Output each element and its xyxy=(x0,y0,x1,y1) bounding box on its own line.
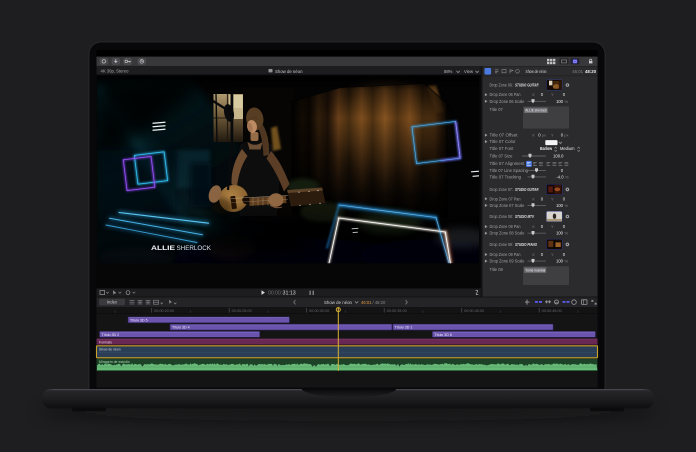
svg-text:X: X xyxy=(532,224,535,229)
svg-text:%: % xyxy=(565,231,569,236)
svg-text:%: % xyxy=(565,203,569,208)
svg-text:STUDIO GUITAR: STUDIO GUITAR xyxy=(515,82,539,87)
svg-text:100: 100 xyxy=(556,203,564,208)
svg-text:00:00:45:00: 00:00:45:00 xyxy=(542,309,562,313)
svg-text:Show de néon: Show de néon xyxy=(99,347,121,351)
svg-text:Drop Zone 07 Pan: Drop Zone 07 Pan xyxy=(490,196,522,201)
svg-text:Drop Zone 06 Pan: Drop Zone 06 Pan xyxy=(490,92,522,97)
svg-text:Drop Zone 07:: Drop Zone 07: xyxy=(490,187,514,192)
svg-text:Y: Y xyxy=(551,92,554,97)
svg-text:STUDIO MTV: STUDIO MTV xyxy=(515,214,535,219)
svg-text:Title 08: Title 08 xyxy=(490,267,504,272)
svg-text:Title 07 Offset: Title 07 Offset xyxy=(490,133,519,138)
svg-text:SHERLOCK: SHERLOCK xyxy=(177,245,212,252)
svg-text:Title 07 Color: Title 07 Color xyxy=(490,139,517,144)
svg-text:Drop Zone 08:: Drop Zone 08: xyxy=(490,214,514,219)
svg-text:Title 07 Size: Title 07 Size xyxy=(490,154,514,159)
svg-text:View: View xyxy=(464,69,474,74)
svg-text:48:20: 48:20 xyxy=(585,69,597,74)
svg-text:Title 07 Font: Title 07 Font xyxy=(490,146,515,151)
svg-text:46:01: 46:01 xyxy=(361,300,372,305)
svg-text:Drop Zone 09 Scale: Drop Zone 09 Scale xyxy=(490,259,526,264)
svg-text:X: X xyxy=(532,133,535,138)
svg-text:px: px xyxy=(542,133,546,138)
svg-text:00:00:25:00: 00:00:25:00 xyxy=(232,309,252,313)
svg-text:Show de néon: Show de néon xyxy=(526,69,548,74)
svg-text:00:00:40:00: 00:00:40:00 xyxy=(464,309,484,313)
svg-text:Medium: Medium xyxy=(560,146,575,151)
svg-text:100: 100 xyxy=(556,231,564,236)
svg-text:100.0: 100.0 xyxy=(553,154,564,159)
svg-text:ALLIE: ALLIE xyxy=(151,245,176,252)
svg-text:Drop Zone 08 Pan: Drop Zone 08 Pan xyxy=(490,224,522,229)
svg-text:Show de néon: Show de néon xyxy=(275,69,303,74)
svg-text:Title 07 Line Spacing: Title 07 Line Spacing xyxy=(490,168,529,173)
svg-text:100: 100 xyxy=(556,99,564,104)
svg-text:100: 100 xyxy=(556,259,564,264)
svg-text:00:00:35:00: 00:00:35:00 xyxy=(387,309,407,313)
svg-text:%: % xyxy=(565,259,569,264)
svg-text:Drop Zone 06 Scale: Drop Zone 06 Scale xyxy=(490,99,526,104)
svg-text:Y: Y xyxy=(551,252,554,257)
svg-text:Drop Zone 07 Scale: Drop Zone 07 Scale xyxy=(490,203,526,208)
svg-text:Y: Y xyxy=(551,196,554,201)
svg-text:px: px xyxy=(564,133,568,138)
svg-text:Título 3D 4: Título 3D 4 xyxy=(172,326,190,330)
svg-text:31:13: 31:13 xyxy=(283,291,296,297)
svg-text:Index: Index xyxy=(107,300,118,305)
svg-text:Barlow: Barlow xyxy=(540,146,553,151)
svg-text:Título 3D 2: Título 3D 2 xyxy=(102,333,120,337)
svg-text:%: % xyxy=(565,174,569,179)
svg-text:46:01: 46:01 xyxy=(572,69,583,74)
svg-text:Drop Zone 09:: Drop Zone 09: xyxy=(490,242,514,247)
svg-text:Título 3D 5: Título 3D 5 xyxy=(130,318,148,322)
svg-text:Title 07 Alignment: Title 07 Alignment xyxy=(490,161,526,166)
svg-text:Drop Zone 06:: Drop Zone 06: xyxy=(490,82,514,87)
svg-text:Título 3D 1: Título 3D 1 xyxy=(395,326,413,330)
svg-text:Title 07: Title 07 xyxy=(490,107,504,112)
svg-text:Miragem de estúdio: Miragem de estúdio xyxy=(99,360,130,364)
svg-text:X: X xyxy=(532,252,535,257)
svg-text:Show de néon: Show de néon xyxy=(324,300,353,305)
svg-text:%: % xyxy=(565,99,569,104)
svg-text:Title 07 Tracking: Title 07 Tracking xyxy=(490,174,522,179)
svg-text:/ 48:20: / 48:20 xyxy=(373,300,386,305)
svg-text:Título 3D 6: Título 3D 6 xyxy=(434,333,452,337)
svg-text:00:00:20:00: 00:00:20:00 xyxy=(154,309,174,313)
svg-text:4K 30p, Stereo: 4K 30p, Stereo xyxy=(101,69,130,74)
svg-text:X: X xyxy=(532,196,535,201)
svg-text:00:00:: 00:00: xyxy=(268,291,282,297)
svg-text:STUDIO GUITAR: STUDIO GUITAR xyxy=(515,187,539,192)
svg-text:00:00:30:00: 00:00:30:00 xyxy=(309,309,329,313)
svg-text:Y: Y xyxy=(551,133,554,138)
svg-text:Formato: Formato xyxy=(99,340,112,344)
svg-text:X: X xyxy=(532,92,535,97)
svg-text:Turnê mundial: Turnê mundial xyxy=(525,269,545,273)
svg-text:ALLIE sherlock: ALLIE sherlock xyxy=(525,109,547,113)
svg-text:-4.0: -4.0 xyxy=(556,174,564,179)
svg-text:Drop Zone 09 Pan: Drop Zone 09 Pan xyxy=(490,252,522,257)
svg-text:88%: 88% xyxy=(444,69,453,74)
svg-text:STUDIO PIANO: STUDIO PIANO xyxy=(515,242,538,247)
svg-text:Y: Y xyxy=(551,224,554,229)
svg-text:Drop Zone 08 Scale: Drop Zone 08 Scale xyxy=(490,231,526,236)
